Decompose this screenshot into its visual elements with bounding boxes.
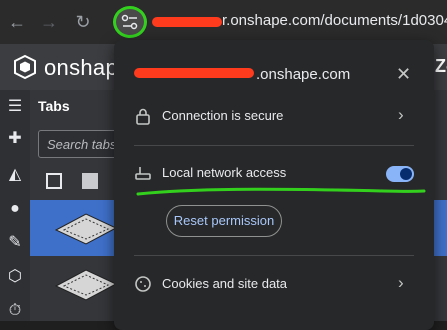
part-thumbnail-icon — [54, 269, 118, 301]
domain-redaction — [134, 68, 254, 78]
cookie-icon — [135, 276, 151, 292]
router-icon — [135, 167, 151, 180]
reset-permission-button[interactable]: Reset permission — [166, 205, 282, 237]
divider — [134, 145, 414, 146]
connection-row[interactable]: Connection is secure › — [114, 97, 434, 137]
comments-icon[interactable]: ● — [4, 198, 26, 220]
tab-icon[interactable] — [82, 173, 98, 189]
local-network-toggle[interactable] — [386, 166, 414, 182]
toggle-knob — [400, 168, 412, 180]
onshape-logo-icon — [14, 54, 36, 80]
browser-toolbar: ← → ↻ r.onshape.com/documents/1d0304 — [0, 0, 447, 44]
forward-icon[interactable]: → — [38, 11, 60, 33]
feature-list-icon[interactable]: ☰ — [4, 96, 26, 118]
cookies-label: Cookies and site data — [162, 276, 288, 291]
lock-icon — [136, 108, 150, 125]
parts-icon[interactable]: ⬡ — [4, 266, 26, 288]
history-icon[interactable]: ⏱ — [4, 300, 26, 322]
notes-icon[interactable]: ✎ — [4, 232, 26, 254]
url-redaction — [152, 17, 222, 27]
connection-label: Connection is secure — [162, 108, 284, 123]
address-bar-text[interactable]: r.onshape.com/documents/1d0304 — [222, 12, 447, 29]
site-info-button[interactable] — [113, 6, 147, 38]
tune-icon — [121, 14, 138, 30]
chevron-right-icon: › — [398, 105, 404, 124]
back-icon[interactable]: ← — [6, 11, 28, 33]
tab-icon[interactable] — [46, 173, 62, 189]
close-icon[interactable]: ✕ — [396, 64, 411, 85]
local-network-label: Local network access — [162, 165, 287, 180]
chevron-right-icon: › — [398, 273, 404, 292]
left-rail: ☰ ✚ ◭ ● ✎ ⬡ ⏱ — [0, 90, 30, 321]
reload-icon[interactable]: ↻ — [72, 11, 94, 33]
tabs-title: Tabs — [38, 98, 70, 114]
cookies-row[interactable]: Cookies and site data › — [114, 265, 434, 305]
header-text: Z- — [435, 56, 447, 76]
popup-domain: .onshape.com — [256, 66, 351, 83]
annotation-underline — [136, 187, 426, 196]
add-icon[interactable]: ✚ — [4, 128, 26, 150]
appearance-icon[interactable]: ◭ — [4, 164, 26, 186]
divider — [134, 255, 414, 256]
part-thumbnail-icon — [54, 213, 118, 245]
